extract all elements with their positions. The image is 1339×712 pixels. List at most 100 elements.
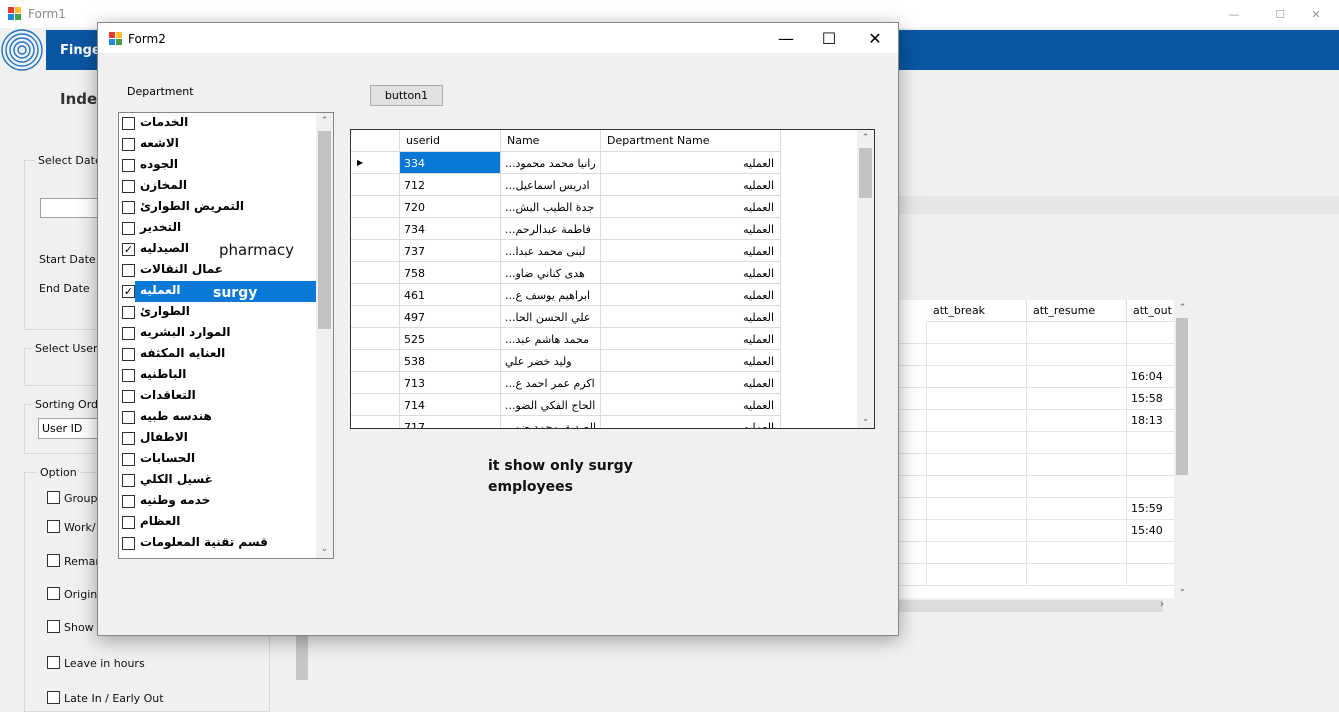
grid-cell[interactable] [1027,542,1127,564]
row-header[interactable] [351,218,400,240]
att-out-cell[interactable]: 15:59 [1127,498,1175,520]
scroll-down-icon[interactable]: ⌄ [316,541,333,558]
userid-cell[interactable]: 737 [400,240,501,262]
userid-cell[interactable]: 461 [400,284,501,306]
chevron-right-icon[interactable]: › [1160,599,1164,610]
userid-cell[interactable]: 334 [400,152,501,174]
department-list-item[interactable]: عمال النقالات [119,260,316,281]
department-checkbox[interactable] [122,411,135,424]
form1-close-button[interactable]: ✕ [1293,0,1339,28]
grid-column-header[interactable]: Department Name [601,130,781,152]
department-cell[interactable]: العمليه [601,394,781,416]
department-checkbox[interactable] [122,474,135,487]
department-checkbox[interactable] [122,537,135,550]
department-cell[interactable]: العمليه [601,196,781,218]
userid-cell[interactable]: 758 [400,262,501,284]
grid-cell[interactable] [1027,476,1127,498]
att-out-cell[interactable] [1127,476,1175,498]
department-list-item[interactable]: الطوارئ [119,302,316,323]
name-cell[interactable]: محمد هاشم عبد... [501,328,601,350]
att-out-cell[interactable] [1127,432,1175,454]
scroll-down-icon[interactable]: ⌄ [857,411,874,428]
option-checkbox[interactable] [47,620,60,633]
grid-cell[interactable] [1027,432,1127,454]
userid-cell[interactable]: 713 [400,372,501,394]
name-cell[interactable]: هدى كناني ضاو... [501,262,601,284]
department-cell[interactable]: العمليه [601,262,781,284]
name-cell[interactable]: الصديق محمد ضو... [501,416,601,428]
grid-column-header[interactable]: userid [400,130,501,152]
row-header[interactable] [351,262,400,284]
grid-cell[interactable] [1027,498,1127,520]
sorting-order-select[interactable]: User ID [38,418,100,439]
department-checkbox[interactable] [122,369,135,382]
grid-column-header[interactable]: Name [501,130,601,152]
grid-cell[interactable] [1027,454,1127,476]
row-header[interactable] [351,350,400,372]
userid-cell[interactable]: 497 [400,306,501,328]
department-checkbox[interactable] [122,222,135,235]
row-header[interactable]: ▶ [351,152,400,174]
grid-cell[interactable] [927,476,1027,498]
scroll-up-icon[interactable]: ⌃ [316,113,333,130]
row-header[interactable] [351,284,400,306]
department-checkbox[interactable] [122,180,135,193]
userid-cell[interactable]: 734 [400,218,501,240]
grid-cell[interactable] [899,322,927,344]
department-list-item[interactable]: الخدمات [119,113,316,134]
grid-cell[interactable] [899,498,927,520]
attendance-grid-vscroll-thumb[interactable] [1176,318,1188,475]
row-header[interactable] [351,196,400,218]
name-cell[interactable]: ادريس اسماعيل... [501,174,601,196]
userid-cell[interactable]: 717 [400,416,501,428]
department-cell[interactable]: العمليه [601,372,781,394]
row-header[interactable] [351,394,400,416]
grid-cell[interactable] [1027,564,1127,586]
form1-minimize-button[interactable]: — [1211,0,1257,28]
department-checked-listbox[interactable]: الخدمات الاشعه الجوده المخازن التمريض الطوار… [118,112,334,559]
department-list-item[interactable]: غسيل الكلي [119,470,316,491]
row-header[interactable] [351,372,400,394]
department-list-item[interactable]: قسم تقنية المعلومات [119,533,316,554]
att-out-cell[interactable]: 16:04 [1127,366,1175,388]
row-header[interactable] [351,240,400,262]
option-checkbox[interactable] [47,491,60,504]
department-checkbox[interactable]: ✓ [122,285,135,298]
button1[interactable]: button1 [370,85,443,106]
department-cell[interactable]: العمليه [601,306,781,328]
att-out-cell[interactable]: 18:13 [1127,410,1175,432]
scroll-up-icon[interactable]: ⌃ [1174,300,1191,317]
grid-cell[interactable] [1027,344,1127,366]
department-checkbox[interactable] [122,327,135,340]
grid-cell[interactable] [899,454,927,476]
grid-column-header[interactable]: att_resume [1027,300,1127,322]
department-checkbox[interactable] [122,264,135,277]
department-list-item[interactable]: الحسابات [119,449,316,470]
form1-left-scroll-thumb[interactable] [296,636,308,680]
department-list-item[interactable]: التمريض الطوارئ [119,197,316,218]
employees-grid-scroll-thumb[interactable] [859,148,872,198]
grid-cell[interactable] [927,542,1027,564]
department-list-item[interactable]: الاطفال [119,428,316,449]
grid-cell[interactable] [899,366,927,388]
grid-cell[interactable] [899,476,927,498]
grid-cell[interactable] [927,388,1027,410]
department-checkbox[interactable] [122,390,135,403]
grid-cell[interactable] [927,344,1027,366]
option-checkbox[interactable] [47,656,60,669]
userid-cell[interactable]: 712 [400,174,501,196]
grid-cell[interactable] [927,322,1027,344]
department-cell[interactable]: العمليه [601,174,781,196]
grid-cell[interactable] [899,388,927,410]
att-out-cell[interactable] [1127,322,1175,344]
grid-cell[interactable] [1027,410,1127,432]
department-checkbox[interactable] [122,138,135,151]
department-list-item[interactable]: الباطنيه [119,365,316,386]
att-out-cell[interactable] [1127,454,1175,476]
department-checkbox[interactable] [122,432,135,445]
grid-cell[interactable] [1027,388,1127,410]
userid-cell[interactable]: 538 [400,350,501,372]
grid-cell[interactable] [927,454,1027,476]
department-list-item[interactable]: الموارد البشريه [119,323,316,344]
grid-cell[interactable] [927,432,1027,454]
